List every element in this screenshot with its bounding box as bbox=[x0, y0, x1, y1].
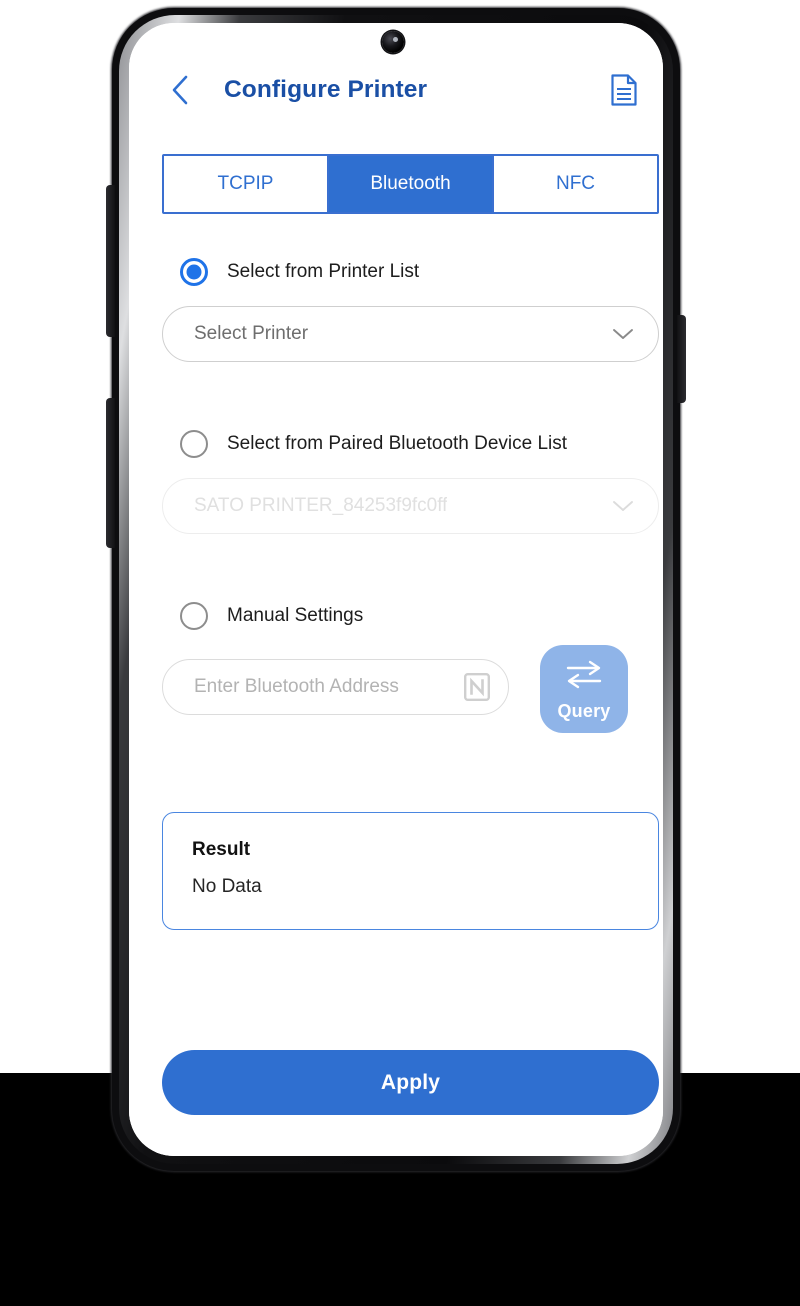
tab-tcpip[interactable]: TCPIP bbox=[164, 156, 329, 212]
bluetooth-address-field[interactable] bbox=[162, 659, 509, 715]
option-manual-settings[interactable]: Manual Settings bbox=[180, 600, 363, 632]
apply-button[interactable]: Apply bbox=[162, 1050, 659, 1115]
result-title: Result bbox=[192, 839, 251, 860]
option-printer-list[interactable]: Select from Printer List bbox=[180, 256, 419, 288]
chevron-down-icon bbox=[612, 327, 634, 341]
query-button[interactable]: Query bbox=[540, 645, 628, 733]
bluetooth-address-input[interactable] bbox=[194, 676, 464, 698]
back-button[interactable] bbox=[165, 73, 195, 107]
swap-arrows-icon bbox=[563, 658, 605, 695]
chevron-left-icon bbox=[172, 75, 188, 105]
radio-manual-settings[interactable] bbox=[180, 602, 208, 630]
app-container: Configure Printer TCPIP Bluetooth NFC Se… bbox=[129, 23, 663, 1156]
nfc-icon[interactable] bbox=[464, 673, 490, 701]
volume-down-button[interactable] bbox=[106, 398, 115, 548]
document-icon bbox=[611, 74, 637, 106]
result-value: No Data bbox=[192, 876, 262, 897]
result-box: Result No Data bbox=[162, 812, 659, 930]
chevron-down-icon bbox=[612, 499, 634, 513]
option-paired-device-list[interactable]: Select from Paired Bluetooth Device List bbox=[180, 428, 567, 460]
app-header: Configure Printer bbox=[129, 61, 663, 119]
page-title: Configure Printer bbox=[224, 76, 428, 103]
radio-paired-device-list[interactable] bbox=[180, 430, 208, 458]
front-camera-icon bbox=[382, 31, 404, 53]
query-button-label: Query bbox=[557, 701, 611, 721]
tab-bar: TCPIP Bluetooth NFC bbox=[162, 154, 659, 214]
phone-screen: Configure Printer TCPIP Bluetooth NFC Se… bbox=[129, 23, 663, 1156]
option-paired-device-list-label: Select from Paired Bluetooth Device List bbox=[227, 433, 568, 454]
dropdown-paired-device[interactable]: SATO PRINTER_84253f9fc0ff bbox=[162, 478, 659, 534]
phone-device: Configure Printer TCPIP Bluetooth NFC Se… bbox=[112, 8, 680, 1171]
dropdown-paired-device-value: SATO PRINTER_84253f9fc0ff bbox=[194, 495, 448, 516]
option-manual-settings-label: Manual Settings bbox=[227, 605, 364, 626]
dropdown-printer-value: Select Printer bbox=[194, 323, 309, 344]
document-button[interactable] bbox=[607, 71, 641, 109]
volume-up-button[interactable] bbox=[106, 185, 115, 337]
tab-nfc[interactable]: NFC bbox=[494, 156, 657, 212]
radio-printer-list[interactable] bbox=[180, 258, 208, 286]
dropdown-printer[interactable]: Select Printer bbox=[162, 306, 659, 362]
option-printer-list-label: Select from Printer List bbox=[227, 261, 420, 282]
tab-bluetooth[interactable]: Bluetooth bbox=[329, 156, 494, 212]
power-button[interactable] bbox=[677, 315, 686, 403]
